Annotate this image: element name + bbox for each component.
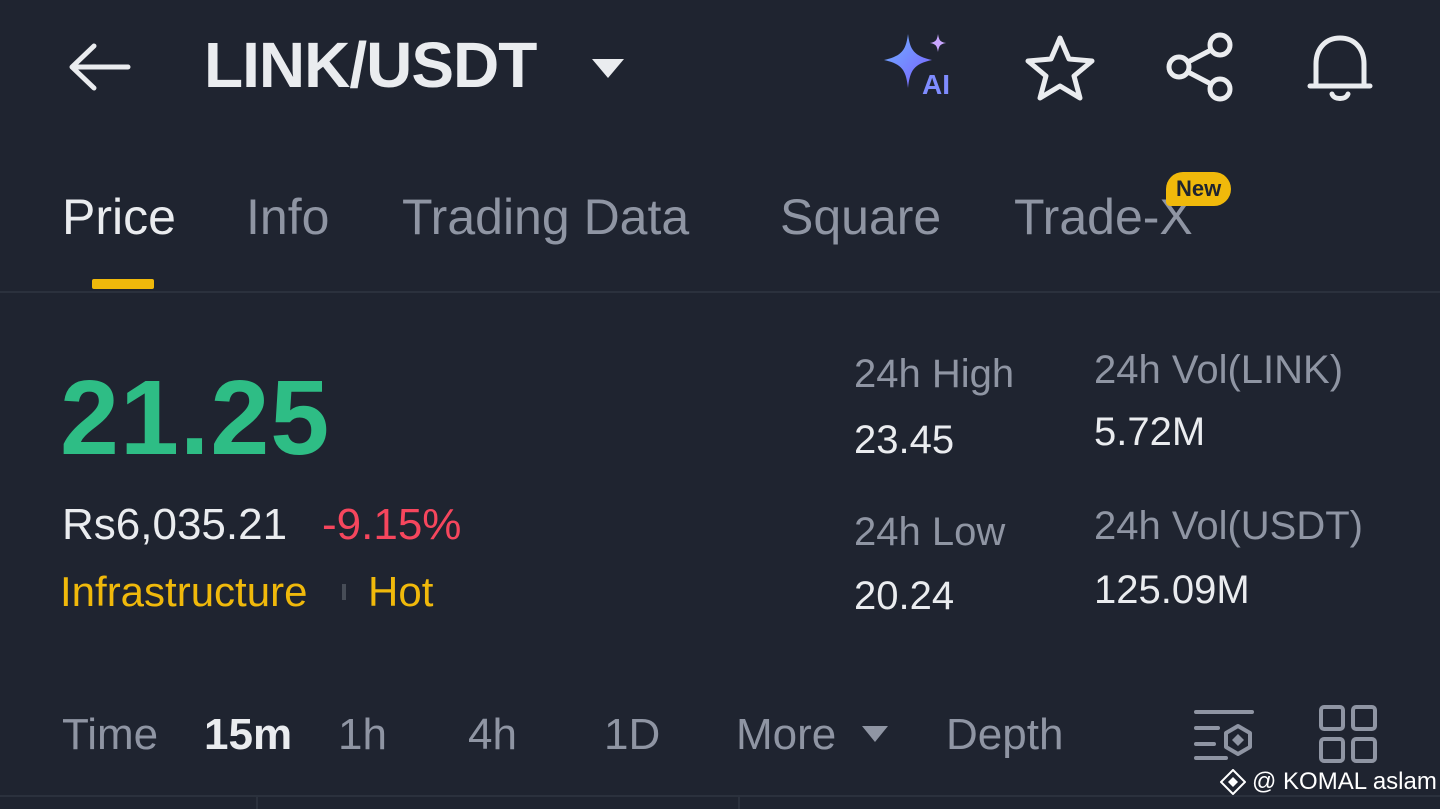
stat-vol-quote-label: 24h Vol(USDT) — [1094, 504, 1363, 548]
interval-1d[interactable]: 1D — [604, 710, 660, 760]
tag-hot[interactable]: Hot — [368, 568, 433, 616]
market-detail-screen: LINK/USDT AI Price Info Trading Data Squ… — [0, 0, 1440, 809]
notification-bell-icon[interactable] — [1304, 30, 1376, 104]
stat-low-value: 20.24 — [854, 574, 955, 618]
tag-infrastructure[interactable]: Infrastructure — [60, 568, 307, 616]
price-change-percent: -9.15% — [322, 500, 462, 549]
favorite-star-icon[interactable] — [1024, 34, 1096, 102]
interval-1h[interactable]: 1h — [338, 710, 387, 760]
diamond-logo-icon — [1220, 769, 1246, 795]
tab-info[interactable]: Info — [246, 188, 329, 246]
new-badge: New — [1166, 172, 1232, 206]
chevron-down-icon[interactable] — [860, 724, 890, 744]
tab-square[interactable]: Square — [780, 188, 941, 246]
interval-depth[interactable]: Depth — [946, 710, 1063, 760]
interval-time[interactable]: Time — [62, 710, 158, 760]
stat-vol-quote-value: 125.09M — [1094, 568, 1250, 612]
stat-high-value: 23.45 — [854, 418, 955, 462]
interval-4h[interactable]: 4h — [468, 710, 517, 760]
back-arrow-icon[interactable] — [66, 40, 132, 94]
chart-settings-icon[interactable] — [1192, 706, 1256, 762]
chart-grid-tick — [256, 797, 258, 809]
interval-more[interactable]: More — [736, 710, 836, 760]
fiat-price: Rs6,035.21 — [62, 500, 288, 549]
watermark: @ KOMAL aslam — [1220, 768, 1437, 796]
svg-text:AI: AI — [922, 69, 950, 98]
stat-vol-base-label: 24h Vol(LINK) — [1094, 348, 1344, 392]
share-icon[interactable] — [1164, 32, 1236, 102]
tab-price[interactable]: Price — [62, 188, 176, 246]
chevron-down-icon[interactable] — [590, 56, 626, 80]
ai-sparkle-icon: AI — [884, 34, 950, 100]
chart-grid-tick — [738, 797, 740, 809]
stat-high-label: 24h High — [854, 352, 1015, 396]
ai-assistant-button[interactable]: AI — [880, 32, 962, 100]
last-price: 21.25 — [60, 359, 331, 477]
tab-trading-data[interactable]: Trading Data — [402, 188, 689, 246]
tag-separator — [342, 584, 346, 600]
active-tab-indicator — [92, 279, 154, 289]
watermark-text: @ KOMAL aslam — [1252, 768, 1437, 795]
stat-vol-base-value: 5.72M — [1094, 410, 1206, 454]
interval-15m[interactable]: 15m — [204, 710, 292, 760]
grid-layout-icon[interactable] — [1318, 704, 1378, 764]
tab-divider — [0, 291, 1440, 293]
pair-title[interactable]: LINK/USDT — [204, 28, 537, 102]
stat-low-label: 24h Low — [854, 510, 1006, 554]
